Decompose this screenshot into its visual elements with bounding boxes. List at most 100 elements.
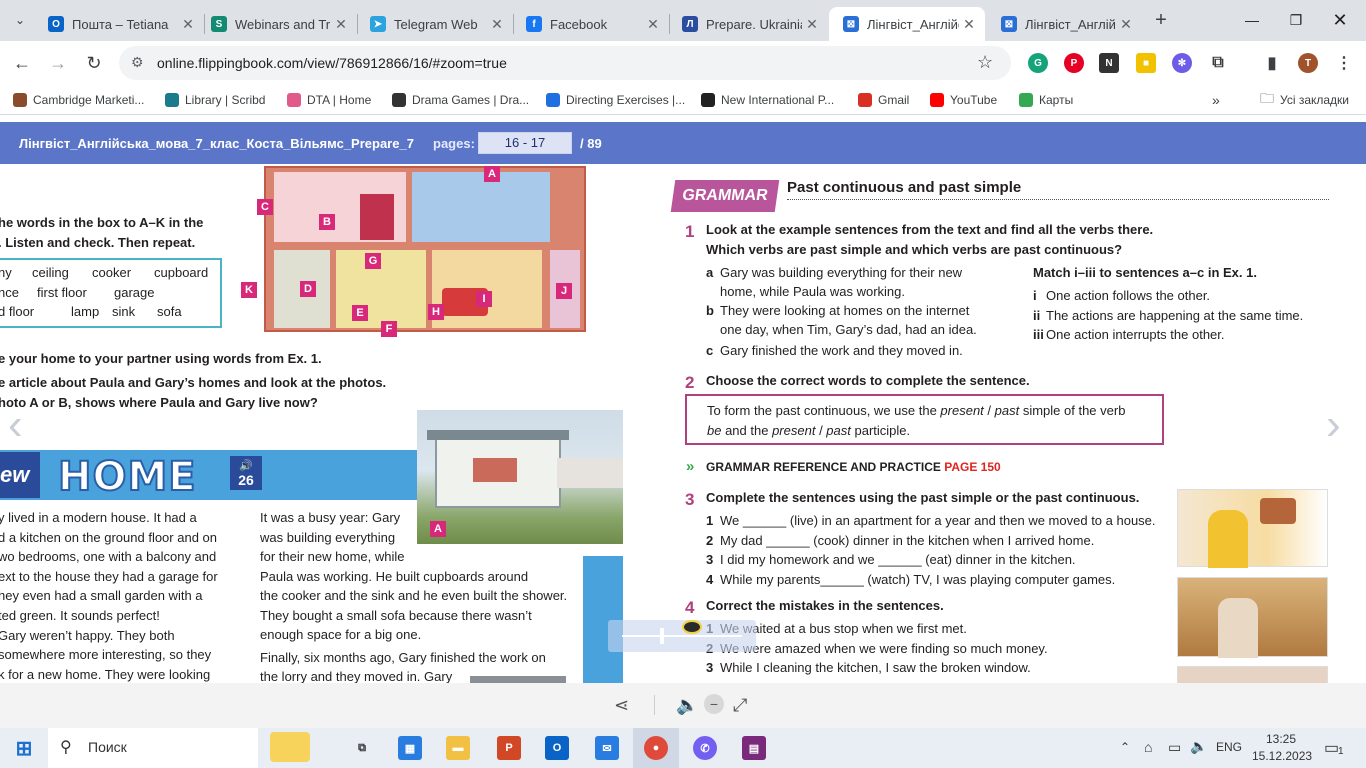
network-icon[interactable]: ⌂ [1144, 739, 1152, 755]
keep-extension-icon[interactable]: ■ [1136, 53, 1156, 73]
rule-slash: / [815, 423, 827, 438]
profile-avatar[interactable]: T [1298, 53, 1318, 73]
browser-tab[interactable]: ⊠ Лінгвіст_Англійсь✕ [987, 7, 1142, 41]
back-button[interactable]: ← [8, 49, 36, 77]
browser-tab[interactable]: O Пошта – Tetiana ✕ [34, 7, 204, 41]
powerpoint-icon[interactable]: P [497, 736, 521, 760]
close-tab-icon[interactable]: ✕ [331, 16, 351, 33]
bookmark-item[interactable]: Directing Exercises |... [546, 91, 685, 109]
zoom-out-icon[interactable]: − [704, 694, 724, 714]
tab-title: Лінгвіст_Англійсь [1025, 16, 1116, 32]
file-explorer-icon[interactable]: ▬ [446, 736, 470, 760]
viber-icon[interactable]: ✆ [693, 736, 717, 760]
woman-figure [1208, 510, 1248, 568]
grammarly-extension-icon[interactable]: G [1028, 53, 1048, 73]
rule-line-1: To form the past continuous, we use the … [707, 403, 1125, 418]
close-tab-icon[interactable]: ✕ [487, 16, 507, 33]
sound-icon[interactable]: 🔈 [676, 695, 698, 716]
article-line: d a kitchen on the ground floor and on [0, 529, 217, 545]
reload-button[interactable]: ↻ [80, 49, 108, 77]
exercise-number: 2 [685, 373, 695, 392]
page-number-input[interactable]: 16 - 17 [478, 132, 572, 154]
battery-icon[interactable]: ▭ [1168, 739, 1181, 756]
article-line: was building everything [260, 530, 396, 545]
forward-button[interactable]: → [44, 49, 72, 77]
next-page-arrow-icon[interactable]: › [1326, 400, 1341, 450]
double-chevron-icon: » [686, 458, 695, 475]
article-title: HOME [57, 453, 197, 501]
restore-button[interactable]: ❐ [1276, 6, 1316, 34]
close-tab-icon[interactable]: ✕ [643, 16, 663, 33]
language-indicator[interactable]: ENG [1216, 740, 1242, 754]
store-icon[interactable]: ▦ [398, 736, 422, 760]
house-label-g: G [365, 253, 381, 269]
bookmark-item[interactable]: DTA | Home [287, 91, 371, 109]
minimize-button[interactable]: — [1232, 6, 1272, 34]
bookmark-item[interactable]: Карты [1019, 91, 1073, 109]
bookmark-item[interactable]: Library | Scribd [165, 91, 265, 109]
bookmark-item[interactable]: Cambridge Marketi... [13, 91, 144, 109]
volume-icon[interactable]: 🔈 [1190, 738, 1207, 755]
close-tab-icon[interactable]: ✕ [178, 16, 198, 33]
more-bookmarks-chevron-icon[interactable]: » [1212, 91, 1220, 109]
menu-kebab-icon[interactable]: ⋮ [1334, 53, 1354, 73]
total-pages: / 89 [580, 136, 602, 151]
bookmark-item[interactable]: Drama Games | Dra... [392, 91, 529, 109]
roof [427, 430, 569, 440]
close-tab-icon[interactable]: ✕ [959, 16, 979, 33]
browser-toolbar: ← → ↻ ⚙ online.flippingbook.com/view/786… [0, 41, 1366, 85]
zoom-handle[interactable] [660, 628, 664, 644]
word: ny [0, 265, 12, 280]
tab-search-icon[interactable]: ⌄ [6, 6, 34, 34]
mail-icon[interactable]: ✉ [595, 736, 619, 760]
browser-tab[interactable]: ➤ Telegram Web ✕ [356, 7, 513, 41]
bookmark-favicon-icon [930, 93, 944, 107]
browser-tab[interactable]: Л Prepare. Ukrainia ✕ [668, 7, 828, 41]
side-panel-icon[interactable]: ▮ [1262, 53, 1282, 73]
audio-track-badge[interactable]: 🔊 26 [230, 456, 262, 490]
house-label-i: I [476, 291, 492, 307]
fullscreen-icon[interactable]: ⤢ [733, 695, 747, 716]
previous-page-arrow-icon[interactable]: ‹ [8, 400, 23, 450]
bookmark-favicon-icon [858, 93, 872, 107]
close-window-button[interactable]: ✕ [1320, 6, 1360, 34]
news-extension-icon[interactable]: N [1099, 53, 1119, 73]
browser-tab[interactable]: S Webinars and Tr ✕ [197, 7, 357, 41]
book-spread[interactable]: he words in the box to A–K in the . List… [0, 164, 1366, 683]
bookmark-item[interactable]: YouTube [930, 91, 997, 109]
clock-time[interactable]: 13:25 [1256, 732, 1306, 746]
pinterest-extension-icon[interactable]: P [1064, 53, 1084, 73]
winrar-icon[interactable]: ▤ [742, 736, 766, 760]
reference-label: GRAMMAR REFERENCE AND PRACTICE [706, 460, 941, 474]
exercise-number: 3 [685, 490, 695, 509]
taskbar-search-box[interactable]: ⚲ Поиск [48, 728, 310, 768]
windows-start-icon[interactable]: ⊞ [12, 736, 36, 760]
show-hidden-icons-chevron[interactable]: ⌃ [1120, 740, 1130, 754]
address-bar[interactable]: ⚙ online.flippingbook.com/view/786912866… [119, 46, 1011, 80]
bookmark-star-icon[interactable]: ☆ [977, 52, 993, 73]
grammar-reference[interactable]: GRAMMAR REFERENCE AND PRACTICE PAGE 150 [706, 460, 1001, 474]
new-tab-button[interactable]: + [1147, 6, 1175, 34]
bookmark-item[interactable]: Gmail [858, 91, 909, 109]
tab-strip: ⌄ O Пошта – Tetiana ✕ S Webinars and Tr ✕ ➤ Tel… [0, 0, 1366, 41]
all-bookmarks-button[interactable]: 🗀 Усі закладки [1260, 90, 1349, 109]
article-line: the lorry and they moved in. Gary [260, 669, 453, 683]
lorry-photo-edge [470, 676, 566, 683]
browser-tab[interactable]: ⊠ Лінгвіст_Англійсь✕ [829, 7, 985, 41]
outlook-icon[interactable]: O [545, 736, 569, 760]
chrome-icon[interactable]: ● [644, 736, 668, 760]
eye-icon[interactable] [682, 620, 702, 634]
clock-date[interactable]: 15.12.2023 [1252, 749, 1312, 763]
word: first floor [37, 285, 87, 300]
task-view-icon[interactable]: ⧉ [350, 736, 374, 760]
extensions-puzzle-icon[interactable]: ⧉ [1208, 53, 1228, 73]
site-info-icon[interactable]: ⚙ [131, 54, 144, 71]
close-tab-icon[interactable]: ✕ [802, 16, 822, 33]
match-number: i [1033, 288, 1037, 303]
bookmark-item[interactable]: New International P... [701, 91, 834, 109]
notifications-icon[interactable]: ▭ [1324, 738, 1339, 758]
share-icon[interactable]: ⋖ [614, 695, 629, 716]
browser-tab[interactable]: f Facebook ✕ [512, 7, 669, 41]
settings-extension-icon[interactable]: ✻ [1172, 53, 1192, 73]
close-tab-icon[interactable]: ✕ [1116, 16, 1136, 33]
